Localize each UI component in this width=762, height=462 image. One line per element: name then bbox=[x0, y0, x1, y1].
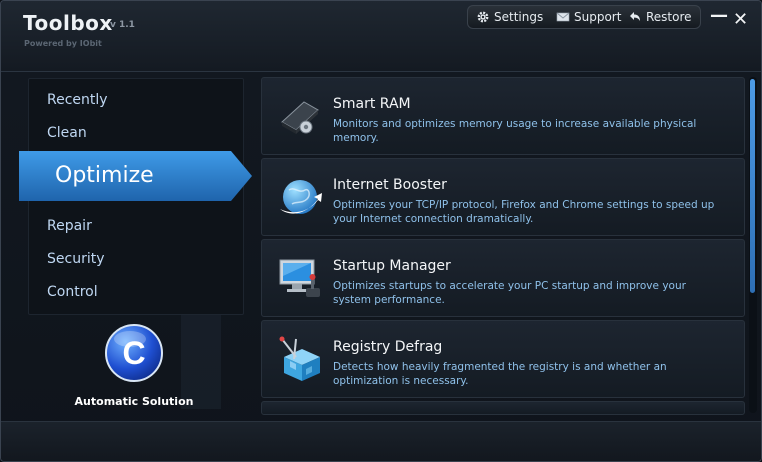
globe-arrow-icon bbox=[280, 180, 322, 214]
restore-button[interactable]: Restore bbox=[628, 10, 692, 24]
tool-card-registry-defrag[interactable]: Registry Defrag Detects how heavily frag… bbox=[261, 320, 745, 398]
automatic-solution-logo-icon[interactable]: C bbox=[104, 323, 164, 383]
logo-letter: C bbox=[122, 335, 145, 371]
sidebar-item-security[interactable]: Security bbox=[47, 251, 105, 267]
restore-arrow-icon bbox=[630, 12, 640, 21]
tool-description: Optimizes your TCP/IP protocol, Firefox … bbox=[333, 199, 715, 225]
tools-list: Smart RAM Monitors and optimizes memory … bbox=[258, 74, 746, 417]
tool-title: Smart RAM bbox=[333, 96, 411, 112]
ram-chip-icon bbox=[281, 101, 319, 134]
restore-label: Restore bbox=[646, 10, 692, 24]
sidebar-item-clean[interactable]: Clean bbox=[47, 125, 87, 141]
tool-card-startup-manager[interactable]: Startup Manager Optimizes startups to ac… bbox=[261, 239, 745, 317]
close-button[interactable]: ✕ bbox=[733, 9, 748, 30]
monitor-joystick-icon bbox=[279, 259, 320, 297]
toolbox-window: Toolbox v 1.1 Powered by IObit Settings … bbox=[0, 0, 762, 462]
tool-title: Startup Manager bbox=[333, 258, 451, 274]
gear-icon bbox=[477, 11, 489, 23]
settings-button[interactable]: Settings bbox=[476, 10, 543, 24]
scrollbar-thumb[interactable] bbox=[750, 79, 755, 293]
settings-label: Settings bbox=[494, 10, 544, 24]
sidebar-item-repair[interactable]: Repair bbox=[47, 218, 92, 234]
tool-card-internet-booster[interactable]: Internet Booster Optimizes your TCP/IP p… bbox=[261, 158, 745, 236]
automatic-solution-label[interactable]: Automatic Solution bbox=[41, 395, 227, 408]
sidebar-item-optimize-label: Optimize bbox=[55, 163, 154, 188]
sidebar-item-optimize[interactable]: Optimize bbox=[19, 151, 252, 201]
tool-card-next-partial[interactable] bbox=[261, 401, 745, 415]
support-label: Support bbox=[574, 10, 622, 24]
tool-description: Optimizes startups to accelerate your PC… bbox=[333, 280, 686, 306]
tool-title: Registry Defrag bbox=[333, 339, 443, 355]
bottom-bar bbox=[1, 421, 761, 461]
envelope-icon bbox=[556, 12, 570, 22]
tool-title: Internet Booster bbox=[333, 177, 447, 193]
tool-description: Monitors and optimizes memory usage to i… bbox=[333, 118, 697, 144]
powered-by-label: Powered by IObit bbox=[24, 39, 102, 48]
support-button[interactable]: Support bbox=[556, 10, 621, 24]
registry-cube-icon bbox=[279, 336, 320, 381]
title-bar[interactable]: Toolbox v 1.1 Powered by IObit Settings … bbox=[1, 1, 761, 72]
sidebar-item-recently[interactable]: Recently bbox=[47, 92, 108, 108]
app-version: v 1.1 bbox=[110, 20, 135, 30]
minimize-button[interactable]: — bbox=[710, 5, 728, 26]
sidebar-item-control[interactable]: Control bbox=[47, 284, 98, 300]
tool-description: Detects how heavily fragmented the regis… bbox=[333, 361, 667, 387]
app-title: Toolbox bbox=[23, 11, 113, 35]
tool-card-smart-ram[interactable]: Smart RAM Monitors and optimizes memory … bbox=[261, 77, 745, 155]
top-toolbar: Settings Support Restore bbox=[467, 5, 701, 29]
